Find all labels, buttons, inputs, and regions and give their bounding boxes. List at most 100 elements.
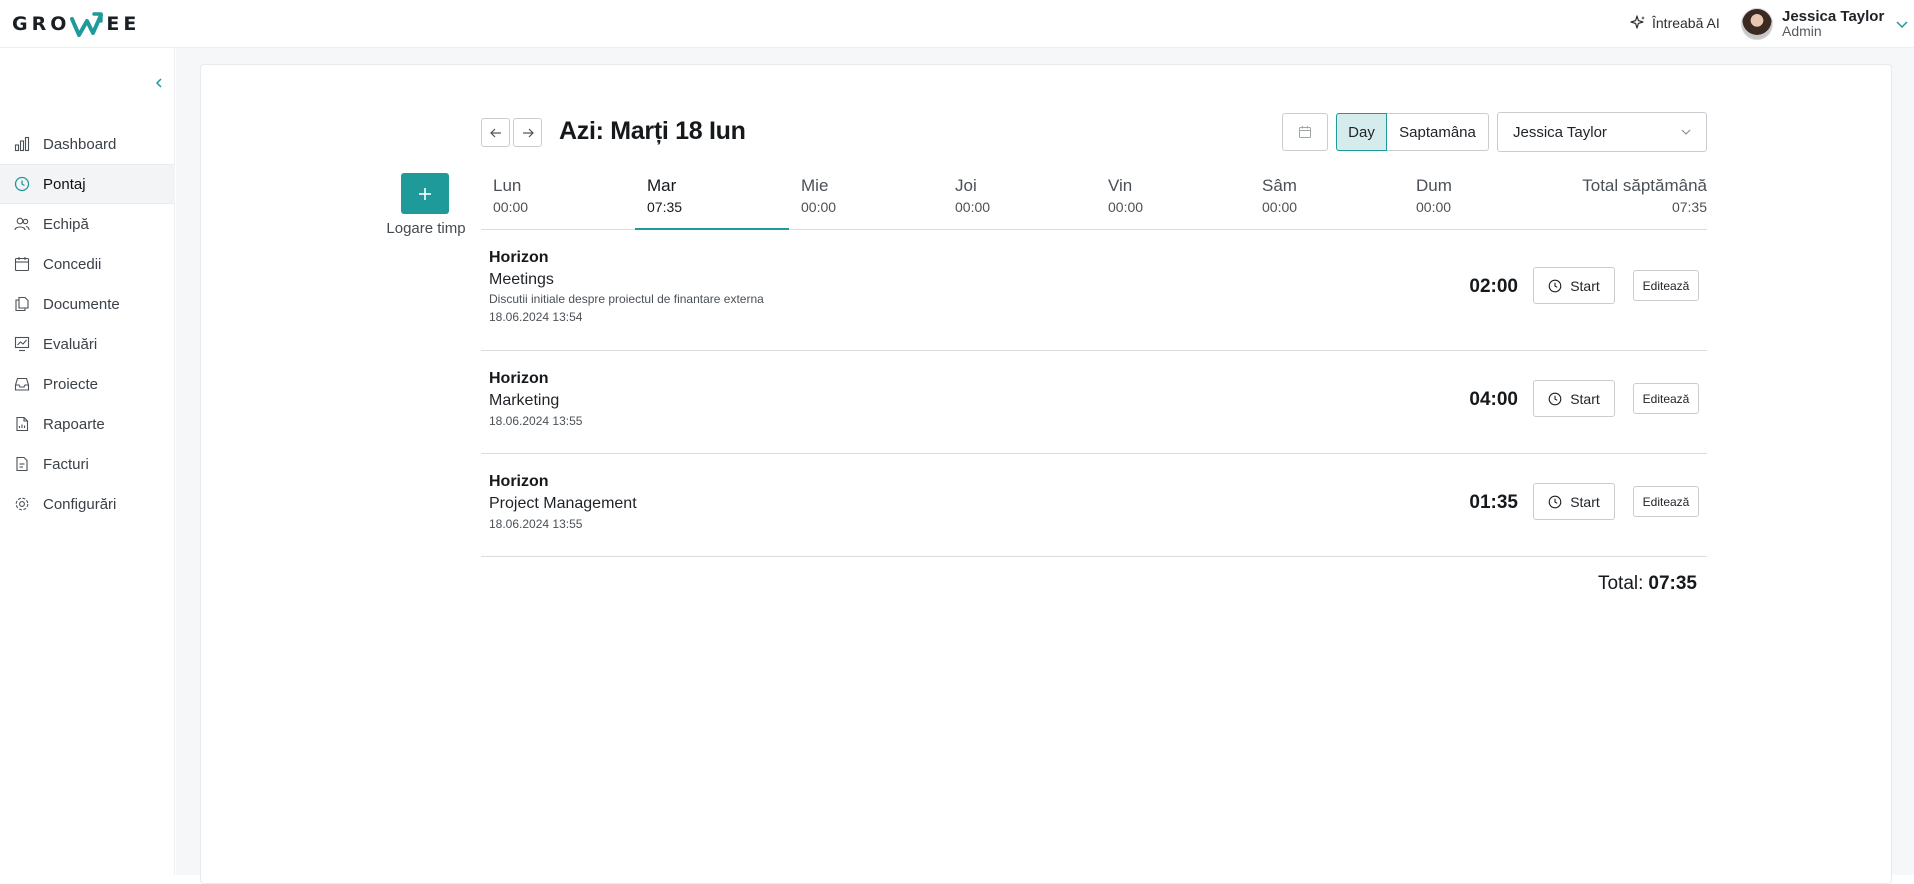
- day-total: Total: 07:35: [1560, 573, 1697, 595]
- sidebar-item-concedii[interactable]: Concedii: [0, 244, 175, 284]
- start-timer-button[interactable]: Start: [1533, 380, 1615, 417]
- user-select[interactable]: Jessica Taylor: [1497, 112, 1707, 152]
- tab-day-lun[interactable]: Lun 00:00: [481, 175, 635, 230]
- clock-icon: [1548, 279, 1562, 292]
- sidebar-item-rapoarte[interactable]: Rapoarte: [0, 404, 175, 444]
- sidebar-item-documente[interactable]: Documente: [0, 284, 175, 324]
- start-label: Start: [1570, 390, 1600, 407]
- logo-text-right: EE: [106, 13, 141, 35]
- chevron-down-icon: [1681, 129, 1691, 135]
- chevron-left-icon: [155, 78, 162, 88]
- day-time: 00:00: [801, 199, 837, 215]
- week-total: Total săptămână 07:35: [1582, 175, 1707, 217]
- add-time-entry-button[interactable]: [401, 173, 449, 214]
- week-total-label: Total săptămână: [1582, 176, 1707, 195]
- avatar: [1741, 8, 1773, 40]
- entry-duration: 04:00: [1469, 389, 1518, 410]
- tab-day-mar[interactable]: Mar 07:35: [635, 175, 789, 230]
- sidebar-nav: Dashboard Pontaj Echipă Concedii Documen…: [0, 124, 175, 524]
- sidebar-item-dashboard[interactable]: Dashboard: [0, 124, 175, 164]
- sidebar-item-label: Concedii: [43, 255, 102, 273]
- add-time-entry-label: Logare timp: [386, 220, 466, 237]
- tab-day-mie[interactable]: Mie 00:00: [789, 175, 943, 230]
- tab-day-dum[interactable]: Dum 00:00: [1404, 175, 1558, 230]
- inbox-icon: [14, 376, 30, 392]
- tab-day-sam[interactable]: Sâm 00:00: [1250, 175, 1404, 230]
- sidebar: Dashboard Pontaj Echipă Concedii Documen…: [0, 48, 175, 875]
- entry-timestamp: 18.06.2024 13:55: [489, 517, 583, 531]
- sidebar-item-facturi[interactable]: Facturi: [0, 444, 175, 484]
- page-title: Azi: Marți 18 Iun: [559, 117, 746, 145]
- entry-timestamp: 18.06.2024 13:55: [489, 414, 583, 428]
- clock-icon: [1548, 392, 1562, 405]
- growth-arrow-icon: [70, 12, 104, 37]
- start-timer-button[interactable]: Start: [1533, 483, 1615, 520]
- edit-entry-button[interactable]: Editează: [1633, 270, 1699, 301]
- day-name: Vin: [1108, 176, 1133, 195]
- entry-project: Horizon: [489, 473, 549, 490]
- arrow-left-icon: [489, 128, 501, 137]
- documents-icon: [14, 296, 30, 312]
- user-name: Jessica Taylor: [1782, 8, 1885, 25]
- next-day-button[interactable]: [513, 118, 542, 147]
- sidebar-item-echipa[interactable]: Echipă: [0, 204, 175, 244]
- evaluation-icon: [14, 336, 30, 352]
- calendar-icon: [14, 256, 30, 272]
- day-total-label: Total:: [1597, 573, 1644, 594]
- report-icon: [14, 416, 30, 432]
- calendar-icon: [1299, 126, 1311, 138]
- start-label: Start: [1570, 493, 1600, 510]
- day-time: 07:35: [647, 199, 683, 215]
- sidebar-item-pontaj[interactable]: Pontaj: [0, 164, 175, 204]
- users-icon: [14, 216, 30, 232]
- sidebar-item-label: Rapoarte: [43, 415, 105, 433]
- sidebar-item-label: Echipă: [43, 215, 89, 233]
- sidebar-item-label: Documente: [43, 295, 120, 313]
- date-picker-button[interactable]: [1282, 113, 1328, 151]
- invoice-icon: [14, 456, 30, 472]
- logo[interactable]: GRO EE: [12, 8, 140, 40]
- entry-project: Horizon: [489, 249, 549, 266]
- sidebar-item-label: Facturi: [43, 455, 89, 473]
- clock-icon: [14, 176, 30, 192]
- top-bar: GRO EE Întreabă AI Jessica Taylor Admin: [0, 0, 1914, 48]
- time-entry: Horizon Meetings Discutii initiale despr…: [481, 230, 1707, 351]
- previous-day-button[interactable]: [481, 118, 510, 147]
- tab-day-vin[interactable]: Vin 00:00: [1096, 175, 1250, 230]
- week-tabs: Lun 00:00 Mar 07:35 Mie 00:00 Joi 00:00 …: [481, 175, 1707, 230]
- edit-entry-button[interactable]: Editează: [1633, 486, 1699, 517]
- collapse-sidebar-button[interactable]: [150, 74, 168, 92]
- sidebar-item-label: Evaluări: [43, 335, 98, 353]
- day-time: 00:00: [1262, 199, 1298, 215]
- start-timer-button[interactable]: Start: [1533, 267, 1615, 304]
- user-role: Admin: [1782, 23, 1822, 39]
- sidebar-item-proiecte[interactable]: Proiecte: [0, 364, 175, 404]
- logo-text-left: GRO: [12, 13, 71, 35]
- entry-timestamp: 18.06.2024 13:54: [489, 310, 583, 324]
- week-total-value: 07:35: [1671, 199, 1707, 215]
- sidebar-item-evaluari[interactable]: Evaluări: [0, 324, 175, 364]
- view-day-toggle[interactable]: Day: [1336, 113, 1387, 151]
- plus-icon: [419, 187, 431, 200]
- sparkle-icon: [1630, 15, 1645, 29]
- ask-ai-button[interactable]: Întreabă AI: [1630, 12, 1720, 34]
- day-name: Mar: [647, 176, 677, 195]
- day-time: 00:00: [1416, 199, 1452, 215]
- tab-day-joi[interactable]: Joi 00:00: [943, 175, 1097, 230]
- sidebar-item-label: Dashboard: [43, 135, 117, 153]
- entry-project: Horizon: [489, 370, 549, 387]
- entry-duration: 02:00: [1469, 276, 1518, 297]
- chevron-down-icon: [1896, 21, 1908, 29]
- arrow-right-icon: [522, 128, 534, 137]
- time-entry: Horizon Project Management 18.06.2024 13…: [481, 454, 1707, 557]
- entry-duration: 01:35: [1469, 492, 1518, 513]
- edit-entry-button[interactable]: Editează: [1633, 383, 1699, 414]
- sidebar-item-configurari[interactable]: Configurări: [0, 484, 175, 524]
- start-label: Start: [1570, 277, 1600, 294]
- day-time: 00:00: [493, 199, 529, 215]
- sidebar-item-label: Configurări: [43, 495, 117, 513]
- view-week-toggle[interactable]: Saptamâna: [1387, 113, 1489, 151]
- sidebar-item-label: Proiecte: [43, 375, 99, 393]
- user-menu[interactable]: Jessica Taylor Admin: [1741, 6, 1909, 42]
- sidebar-item-label: Pontaj: [43, 175, 86, 193]
